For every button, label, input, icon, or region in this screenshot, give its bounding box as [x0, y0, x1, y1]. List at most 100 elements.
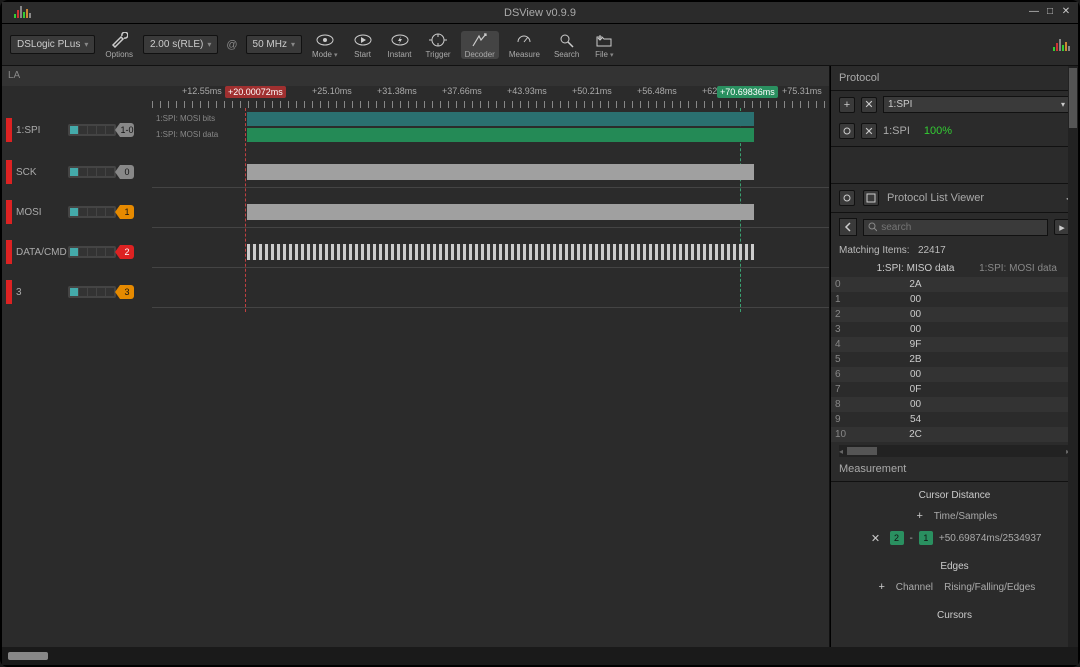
channel-number[interactable]: 1-0	[120, 123, 134, 137]
device-dropdown[interactable]: DSLogic PLus	[10, 35, 95, 54]
table-row[interactable]: 800	[831, 397, 1078, 412]
channel-row[interactable]: SCK 0	[2, 152, 829, 192]
cursor-chip-1[interactable]: 1	[919, 531, 933, 545]
channel-number[interactable]: 3	[120, 285, 134, 299]
trigger-button[interactable]: Trigger	[422, 31, 455, 59]
close-icon[interactable]: ✕	[1060, 6, 1072, 18]
channel-name: DATA/CMD	[16, 247, 64, 258]
channel-number[interactable]: 1	[120, 205, 134, 219]
window-title: DSView v0.9.9	[504, 7, 576, 19]
decoder-progress: 100%	[924, 125, 952, 137]
start-button[interactable]: Start	[348, 31, 378, 59]
table-row[interactable]: 300	[831, 322, 1078, 337]
decoder-button[interactable]: Decoder	[461, 31, 499, 59]
channel-row[interactable]: DATA/CMD 2	[2, 232, 829, 272]
mode-icon	[314, 31, 336, 49]
table-hscroll[interactable]: ◂▸	[839, 445, 1070, 457]
cursor-marker-1[interactable]: +70.69836ms	[717, 86, 778, 98]
minimize-icon[interactable]: —	[1028, 6, 1040, 18]
search-button[interactable]: Search	[550, 31, 583, 59]
decoder-delete-button[interactable]: ✕	[861, 123, 877, 139]
decoder-select[interactable]: 1:SPI	[883, 96, 1070, 113]
right-panel: Protocol + ✕ 1:SPI ✕ 1:SPI 100% Protocol…	[830, 66, 1078, 647]
trigger-selector[interactable]	[68, 124, 116, 136]
channel-color-icon	[6, 240, 12, 264]
protocol-table: 1:SPI: MISO data 1:SPI: MOSI data 02A100…	[831, 260, 1078, 445]
frequency-dropdown[interactable]: 50 MHz	[246, 35, 302, 54]
matching-count: 22417	[918, 245, 946, 256]
channel-color-icon	[6, 280, 12, 304]
table-row[interactable]: 49F	[831, 337, 1078, 352]
time-ruler[interactable]: +12.55ms +20.00072ms +25.10ms +31.38ms +…	[152, 86, 829, 108]
channel-number[interactable]: 2	[120, 245, 134, 259]
col-miso[interactable]: 1:SPI: MISO data	[863, 260, 968, 277]
search-icon	[556, 31, 578, 49]
decode-band	[247, 112, 754, 126]
channel-color-icon	[6, 200, 12, 224]
cursor-marker-2[interactable]: +20.00072ms	[225, 86, 286, 98]
channel-color-icon	[6, 118, 12, 142]
trigger-selector[interactable]	[68, 166, 116, 178]
table-row[interactable]: 02A	[831, 277, 1078, 292]
listview-save-button[interactable]	[863, 190, 879, 206]
trigger-icon	[427, 31, 449, 49]
duration-dropdown[interactable]: 2.00 s(RLE)	[143, 35, 218, 54]
trigger-selector[interactable]	[68, 206, 116, 218]
measure-button[interactable]: Measure	[505, 31, 544, 59]
instant-button[interactable]: Instant	[384, 31, 416, 59]
toolbar: DSLogic PLus Options 2.00 s(RLE) @ 50 MH…	[2, 24, 1078, 66]
signal-band	[247, 164, 754, 180]
channel-row[interactable]: 1:SPI 1-01:SPI: MOSI bits1:SPI: MOSI dat…	[2, 108, 829, 152]
remove-distance-button[interactable]: ✕	[868, 530, 884, 546]
cursor-distance-label: Cursor Distance	[839, 490, 1070, 501]
decoder-icon	[469, 31, 491, 49]
cursor-chip-2[interactable]: 2	[890, 531, 904, 545]
table-row[interactable]: 200	[831, 307, 1078, 322]
list-viewer-title: Protocol List Viewer	[887, 192, 1058, 204]
protocol-header: Protocol	[831, 66, 1078, 91]
signal-band	[247, 204, 754, 220]
decoder-name: 1:SPI	[883, 125, 910, 137]
app-logo-icon	[14, 6, 31, 18]
options-button[interactable]: Options	[101, 31, 137, 59]
decoder-settings-button[interactable]	[839, 123, 855, 139]
listview-settings-button[interactable]	[839, 190, 855, 206]
table-row[interactable]: 102C	[831, 427, 1078, 442]
channel-name: SCK	[16, 167, 64, 178]
add-edges-button[interactable]: +	[874, 579, 890, 595]
channel-number[interactable]: 0	[120, 165, 134, 179]
table-row[interactable]: 954	[831, 412, 1078, 427]
waveform-area[interactable]: LA +12.55ms +20.00072ms +25.10ms +31.38m…	[2, 66, 830, 647]
cursors-label: Cursors	[839, 610, 1070, 621]
remove-decoder-button[interactable]: ✕	[861, 97, 877, 113]
edges-label: Edges	[839, 561, 1070, 572]
trigger-selector[interactable]	[68, 246, 116, 258]
channel-row[interactable]: 3 3	[2, 272, 829, 312]
col-mosi[interactable]: 1:SPI: MOSI data	[968, 260, 1068, 277]
instant-icon	[389, 31, 411, 49]
table-row[interactable]: 70F	[831, 382, 1078, 397]
add-distance-button[interactable]: +	[912, 508, 928, 524]
mode-button[interactable]: Mode▾	[308, 31, 342, 59]
bottom-scrollbar[interactable]	[2, 647, 1078, 665]
file-button[interactable]: File▾	[589, 31, 619, 59]
search-input[interactable]	[863, 219, 1048, 236]
distance-value: +50.69874ms/2534937	[939, 533, 1042, 544]
channel-color-icon	[6, 160, 12, 184]
table-row[interactable]: 600	[831, 367, 1078, 382]
play-icon	[352, 31, 374, 49]
back-button[interactable]	[839, 218, 857, 236]
channel-name: 3	[16, 287, 64, 298]
file-icon	[593, 31, 615, 49]
channel-row[interactable]: MOSI 1	[2, 192, 829, 232]
table-row[interactable]: 100	[831, 292, 1078, 307]
add-decoder-button[interactable]: +	[839, 97, 855, 113]
trigger-selector[interactable]	[68, 286, 116, 298]
channel-name: MOSI	[16, 207, 64, 218]
wrench-icon	[108, 31, 130, 49]
maximize-icon[interactable]: □	[1044, 6, 1056, 18]
at-label: @	[224, 39, 239, 51]
signal-burst	[247, 244, 754, 260]
measurement-header: Measurement	[831, 457, 1078, 482]
table-row[interactable]: 52B	[831, 352, 1078, 367]
